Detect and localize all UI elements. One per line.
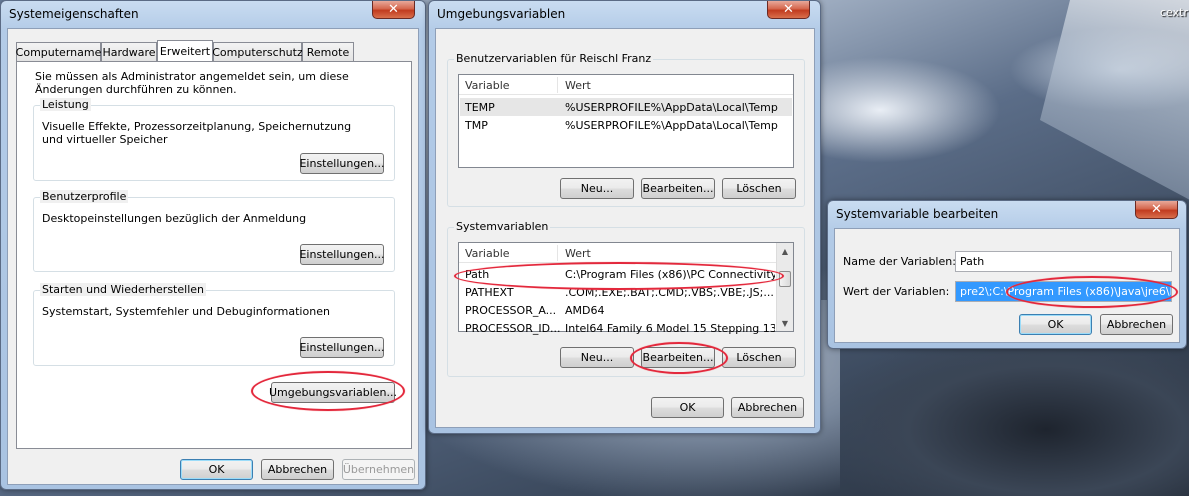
user-new-button[interactable]: Neu... — [560, 178, 634, 199]
list-item[interactable]: TEMP %USERPROFILE%\AppData\Local\Temp — [460, 98, 792, 116]
dialog-body: Computername Hardware Erweitert Computer… — [7, 28, 419, 485]
scroll-thumb[interactable] — [779, 271, 791, 287]
system-delete-button[interactable]: Löschen — [722, 347, 796, 368]
variable-value: %USERPROFILE%\AppData\Local\Temp — [565, 101, 778, 114]
column-value[interactable]: Wert — [565, 79, 591, 92]
admin-note: Sie müssen als Administrator angemeldet … — [35, 70, 349, 96]
variable-name: PATHEXT — [465, 286, 514, 299]
environment-variables-button[interactable]: Umgebungsvariablen... — [269, 382, 397, 403]
selected-value-text: pre2\;C:\Program Files (x86)\Java\jre6\b… — [956, 282, 1171, 301]
list-header: Variable Wert — [459, 243, 776, 263]
system-edit-button[interactable]: Bearbeiten... — [641, 347, 715, 368]
close-button[interactable]: ✕ — [767, 1, 810, 19]
ok-button[interactable]: OK — [180, 459, 253, 480]
list-item[interactable]: Path C:\Program Files (x86)\PC Connectiv… — [460, 265, 775, 283]
tab-erweitert[interactable]: Erweitert — [157, 40, 213, 61]
group-user-profiles: Benutzerprofile Desktopeinstellungen bez… — [33, 190, 395, 272]
group-system-variables: Systemvariablen Variable Wert Path C:\Pr… — [447, 220, 805, 377]
group-startup-recovery: Starten und Wiederherstellen Systemstart… — [33, 283, 395, 366]
performance-settings-button[interactable]: Einstellungen... — [299, 153, 385, 174]
variable-name: PROCESSOR_A... — [465, 304, 557, 317]
window-title: Systemeigenschaften — [9, 7, 139, 21]
user-profiles-settings-button[interactable]: Einstellungen... — [299, 244, 385, 265]
system-new-button[interactable]: Neu... — [560, 347, 634, 368]
system-variables-list[interactable]: Variable Wert Path C:\Program Files (x86… — [458, 242, 794, 335]
variable-value: Intel64 Family 6 Model 15 Stepping 13, .… — [565, 322, 775, 335]
variable-name-label: Name der Variablen: — [843, 255, 956, 268]
list-item[interactable]: PATHEXT .COM;.EXE;.BAT;.CMD;.VBS;.VBE;.J… — [460, 283, 775, 301]
tab-hardware[interactable]: Hardware — [101, 42, 157, 61]
list-item[interactable]: PROCESSOR_ID... Intel64 Family 6 Model 1… — [460, 319, 775, 335]
group-performance: Leistung Visuelle Effekte, Prozessorzeit… — [33, 98, 395, 181]
variable-value: C:\Program Files (x86)\PC Connectivity — [565, 268, 775, 281]
window-title: Umgebungsvariablen — [437, 7, 566, 21]
system-properties-window: Systemeigenschaften ✕ Computername Hardw… — [0, 0, 426, 490]
scroll-down-icon[interactable]: ▼ — [777, 315, 793, 331]
user-profiles-description: Desktopeinstellungen bezüglich der Anmel… — [42, 212, 307, 225]
edit-system-variable-window: Systemvariable bearbeiten ✕ Name der Var… — [827, 200, 1187, 349]
group-user-variables: Benutzervariablen für Reischl Franz Vari… — [447, 52, 805, 207]
list-header: Variable Wert — [459, 75, 793, 95]
close-button[interactable]: ✕ — [1135, 201, 1178, 219]
user-edit-button[interactable]: Bearbeiten... — [641, 178, 715, 199]
desktop-icon-label[interactable]: cextr — [1160, 6, 1188, 19]
tab-remote[interactable]: Remote — [302, 42, 354, 61]
column-variable[interactable]: Variable — [465, 247, 510, 260]
variable-name: Path — [465, 268, 490, 281]
user-delete-button[interactable]: Löschen — [722, 178, 796, 199]
cancel-button[interactable]: Abbrechen — [261, 459, 334, 480]
variable-value-field[interactable]: pre2\;C:\Program Files (x86)\Java\jre6\b… — [955, 281, 1172, 302]
tab-computername[interactable]: Computername — [16, 42, 101, 61]
scroll-up-icon[interactable]: ▲ — [777, 243, 793, 259]
column-variable[interactable]: Variable — [465, 79, 510, 92]
variable-value: AMD64 — [565, 304, 605, 317]
group-user-variables-label: Benutzervariablen für Reischl Franz — [454, 52, 654, 65]
close-button[interactable]: ✕ — [372, 1, 415, 19]
vertical-scrollbar[interactable]: ▲ ▼ — [776, 243, 793, 331]
column-value[interactable]: Wert — [565, 247, 591, 260]
variable-name: TEMP — [465, 101, 495, 114]
cancel-button[interactable]: Abbrechen — [731, 397, 804, 418]
apply-button[interactable]: Übernehmen — [342, 459, 415, 480]
ok-button[interactable]: OK — [1019, 314, 1092, 335]
variable-name-field[interactable]: Path — [955, 251, 1172, 272]
tab-panel-erweitert: Sie müssen als Administrator angemeldet … — [16, 61, 412, 449]
window-title: Systemvariable bearbeiten — [836, 207, 999, 221]
variable-value: %USERPROFILE%\AppData\Local\Temp — [565, 119, 778, 132]
group-user-profiles-label: Benutzerprofile — [40, 190, 129, 203]
group-system-variables-label: Systemvariablen — [454, 220, 551, 233]
variable-value: .COM;.EXE;.BAT;.CMD;.VBS;.VBE;.JS;.... — [565, 286, 775, 299]
list-item[interactable]: TMP %USERPROFILE%\AppData\Local\Temp — [460, 116, 792, 134]
startup-recovery-settings-button[interactable]: Einstellungen... — [299, 337, 385, 358]
variable-name: TMP — [465, 119, 488, 132]
environment-variables-window: Umgebungsvariablen ✕ Benutzervariablen f… — [428, 0, 821, 434]
performance-description: Visuelle Effekte, Prozessorzeitplanung, … — [42, 120, 352, 146]
group-performance-label: Leistung — [40, 98, 91, 111]
dialog-body: Name der Variablen: Path Wert der Variab… — [834, 228, 1180, 343]
startup-recovery-description: Systemstart, Systemfehler und Debuginfor… — [42, 305, 330, 318]
cancel-button[interactable]: Abbrechen — [1100, 314, 1173, 335]
dialog-body: Benutzervariablen für Reischl Franz Vari… — [435, 28, 815, 428]
ok-button[interactable]: OK — [651, 397, 724, 418]
variable-value-label: Wert der Variablen: — [843, 285, 950, 298]
user-variables-list[interactable]: Variable Wert TEMP %USERPROFILE%\AppData… — [458, 74, 794, 168]
list-item[interactable]: PROCESSOR_A... AMD64 — [460, 301, 775, 319]
variable-name: PROCESSOR_ID... — [465, 322, 561, 335]
group-startup-recovery-label: Starten und Wiederherstellen — [40, 283, 206, 296]
tab-strip: Computername Hardware Erweitert Computer… — [16, 40, 416, 62]
tab-computerschutz[interactable]: Computerschutz — [212, 42, 303, 61]
